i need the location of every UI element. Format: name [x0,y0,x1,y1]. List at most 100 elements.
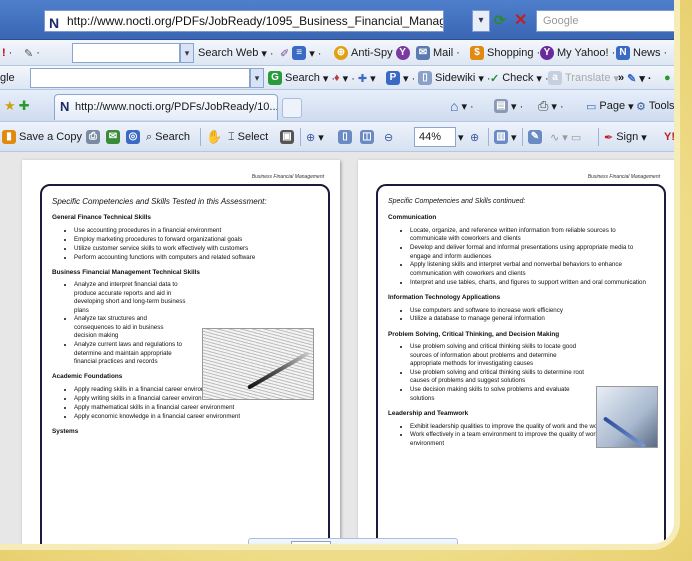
feeds-icon[interactable]: ▤ ▾ · [494,96,523,116]
divider [200,128,201,146]
green-dot-icon: ● [664,72,671,84]
google-search-field[interactable] [30,68,250,88]
search-web-label: Search Web [198,47,259,59]
collab-icon[interactable]: ◎ [126,127,140,147]
hand-tool-icon[interactable]: ✋ [206,127,222,147]
url-dropdown-button[interactable]: ▾ [472,10,490,32]
select-tool-button[interactable]: ⌶ Select [228,127,268,147]
actual-size-icon[interactable]: ▯ [338,127,352,147]
search-web-button[interactable]: Search Web ▾ · [198,43,274,63]
sidewiki-icon: ▯ [418,71,432,85]
url-field[interactable]: N http://www.nocti.org/PDFs/JobReady/109… [44,10,444,32]
page-indicator[interactable]: 2 of 5 [291,541,332,544]
news-button[interactable]: N News · [616,43,667,63]
new-tab-button[interactable] [282,98,302,118]
section-title: Problem Solving, Critical Thinking, and … [388,330,560,338]
google-logo-text: gle [0,72,15,84]
document-viewer[interactable]: Business Financial Management Specific C… [0,152,674,550]
divider [300,128,301,146]
snapshot-icon[interactable]: ▣ [280,127,294,147]
my-yahoo-label: My Yahoo! [557,47,609,59]
refresh-icon[interactable]: ⟳ [494,12,506,29]
skill-list: Use problem solving and critical thinkin… [388,343,588,403]
list-item: Use accounting procedures in a financial… [74,227,318,235]
email-icon[interactable]: ✉ [106,127,120,147]
translate-button[interactable]: a Translate ▾ [548,68,619,88]
section-title: Systems [52,427,79,435]
tab-favicon-icon: N [60,99,70,114]
shopping-button[interactable]: $ Shopping · [470,43,540,63]
antispy-label: Anti-Spy [351,47,393,59]
list-item: Apply economic knowledge in a financial … [74,413,318,421]
mail-button[interactable]: ✉ Mail · [416,43,460,63]
sidewiki-button[interactable]: ▯ Sidewiki ▾ · [418,68,491,88]
cursor-icon: ⌶ [228,130,235,143]
list-item: Use decision making skills to solve prob… [410,386,588,403]
tab-pdf[interactable]: N http://www.nocti.org/PDFs/JobReady/10.… [54,94,278,120]
zoom-out-icon[interactable]: ⊖ [384,127,393,147]
home-icon[interactable]: ⌂ ▾ · [450,96,474,116]
fit-page-icon[interactable]: ◫ [360,127,374,147]
adobe-icon[interactable]: Y! [664,127,674,147]
yahoo-search-dropdown[interactable]: ▾ [180,43,194,63]
news-label: News [633,47,661,59]
pdf-print-icon[interactable]: ⎙ [86,127,100,147]
translate-icon: a [548,71,562,85]
next-page-icon[interactable]: ▶ [339,544,347,545]
page-layout-icon[interactable]: ▥ ▾ [494,127,517,147]
competency-box: Specific Competencies and Skills Tested … [40,184,330,544]
google-search-label: Search [285,72,320,84]
zoom-dropdown[interactable]: ▾ [458,127,464,147]
stop-icon[interactable]: ✕ [514,10,527,30]
next-view-icon[interactable] [394,544,406,550]
shopping-label: Shopping [487,47,534,59]
pagerank-icon[interactable]: P ▾ · [386,68,415,88]
pencil-icon[interactable]: ✎ · [24,43,40,63]
previous-view-icon[interactable] [374,544,386,550]
antispy-button[interactable]: ⊕ Anti-Spy Y [334,43,410,63]
first-page-icon[interactable]: ⏮ [257,544,267,545]
check-icon: ✓ [490,72,500,85]
comment-icon[interactable]: ✎ [528,127,542,147]
sidewiki-label: Sidewiki [435,72,476,84]
previous-page-icon[interactable]: ◀ [275,544,283,545]
google-search-dropdown[interactable]: ▾ [250,68,264,88]
zoom-tool-icon[interactable]: ⊕ ▾ [306,127,324,147]
skill-list: Use computers and software to increase w… [388,307,654,324]
search-box[interactable]: Google [536,10,674,32]
zoom-in-icon[interactable]: ⊕ [470,127,479,147]
pdf-search-button[interactable]: ⌕ Search [146,127,190,147]
highlight-icon[interactable]: ✐ ≡ ▾ · [280,43,321,63]
my-yahoo-button[interactable]: Y My Yahoo! · [540,43,615,63]
page-menu-button[interactable]: ▭ Page ▾ [586,96,634,116]
yahoo-search-field[interactable] [72,43,180,63]
page-navigation-bar: ⏮ ◀ 2 of 5 ▶ ⏭ [248,538,458,550]
list-item: Use computers and software to increase w… [410,307,654,315]
translate-label: Translate [565,72,611,84]
pdf-page-right: Business Financial Management Specific C… [358,160,674,544]
save-copy-button[interactable]: ▮ Save a Copy [2,127,82,147]
section-title: Communication [388,214,437,222]
skill-list: Analyze and interpret financial data to … [52,281,187,366]
favorites-icon[interactable]: ★ ✚ [4,96,30,116]
last-page-icon[interactable]: ⏭ [356,544,366,545]
bookmarks-icon[interactable]: ♦ ▾ · ✚ ▾ [334,68,376,88]
check-label: Check [502,72,534,84]
tools-menu-button[interactable]: ⚙ Tools ▾ [636,96,674,116]
more-button[interactable]: » ✎ ▾ · [618,68,652,88]
print-icon[interactable]: ⎙ ▾ · [538,96,564,116]
check-button[interactable]: ✓ Check ▾ · [490,68,549,88]
espanol-button[interactable]: ● espan [664,68,674,88]
attach-icon[interactable]: ∿ ▾ ▭ [550,127,581,147]
zoom-level-field[interactable]: 44% [414,127,456,147]
skill-list: Use accounting procedures in a financial… [52,227,318,262]
sign-button[interactable]: ✒ Sign ▾ [604,127,647,147]
google-search-button[interactable]: G Search ▾ · [268,68,335,88]
binoculars-icon: ⌕ [146,130,153,143]
mail-icon: ✉ [416,46,430,60]
zoom-level-value: 44% [419,131,442,143]
toolbar-menu-icon[interactable]: ! · [2,43,12,63]
list-item: Utilize customer service skills to work … [74,245,318,253]
url-text: http://www.nocti.org/PDFs/JobReady/1095_… [67,14,443,28]
page-icon: ▭ [586,100,597,113]
